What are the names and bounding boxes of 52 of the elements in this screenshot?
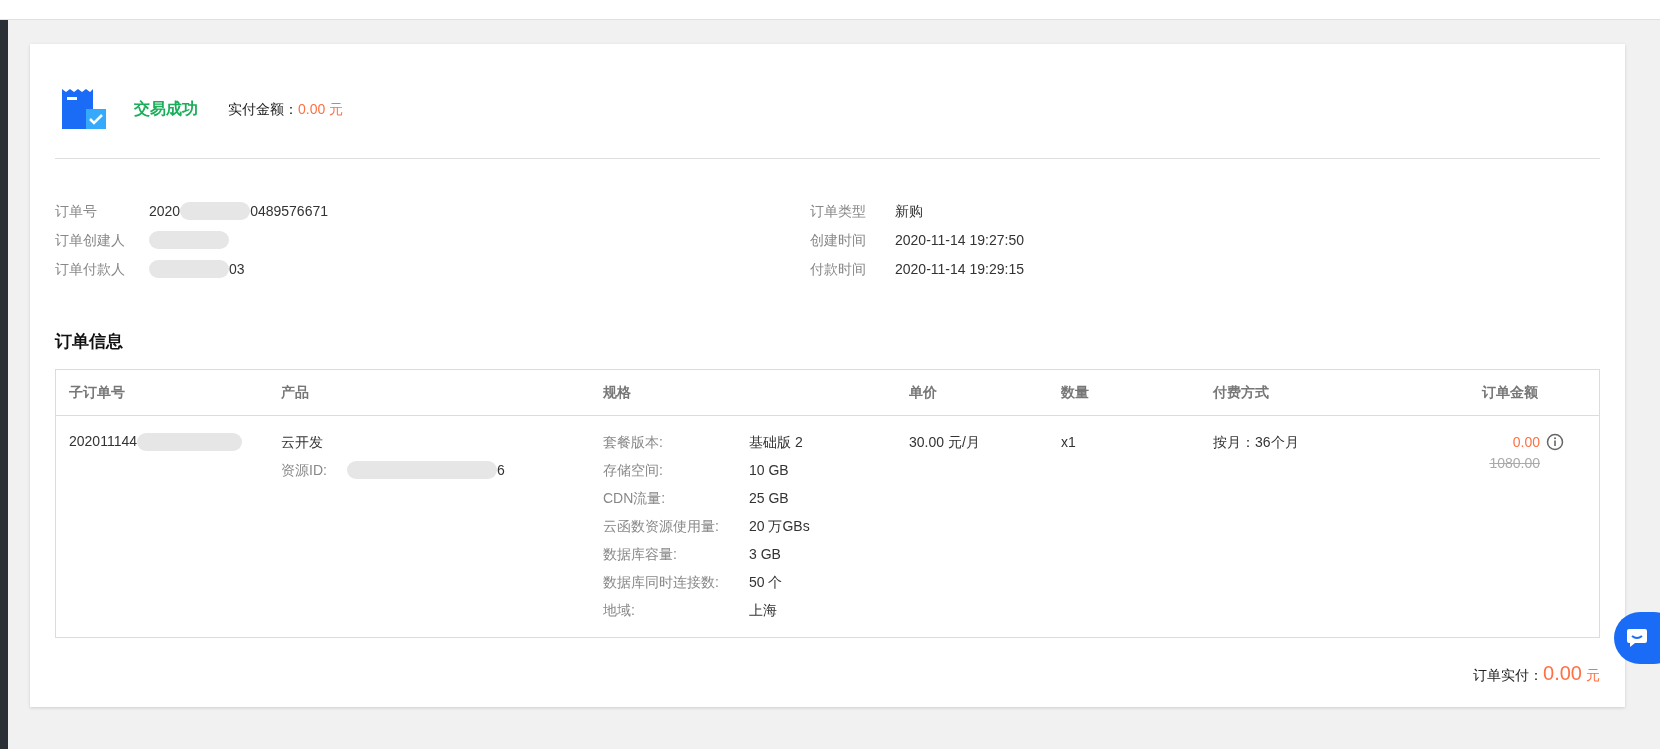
paid-amount: 0.00 元 [298, 99, 344, 119]
info-icon[interactable] [1546, 433, 1564, 451]
detail-label: 付款时间 [810, 259, 867, 279]
table-cell: x1 [1061, 433, 1076, 450]
detail-value: 03 [229, 259, 245, 279]
spec-value: 25 GB [749, 488, 789, 508]
detail-label: 订单创建人 [55, 230, 126, 250]
original-amount: 1080.00 [1489, 453, 1540, 473]
resource-id: 6 [496, 460, 505, 480]
spec-label: 云函数资源使用量: [603, 516, 720, 536]
table-cell: 30.00 元/月 [909, 433, 980, 450]
amount-text: 0.00 [1512, 432, 1540, 452]
detail-label: 订单付款人 [55, 259, 126, 279]
detail-value: 2020-11-14 19:29:15 [895, 259, 1024, 279]
spec-value: 3 GB [749, 544, 781, 564]
spec-label: 地域: [603, 600, 636, 620]
column-header: 付费方式 [1213, 383, 1269, 400]
column-header: 单价 [909, 383, 937, 400]
detail-value: 新购 [895, 201, 923, 221]
section-title: 订单信息 [55, 331, 124, 353]
detail-value: 2020-11-14 19:27:50 [895, 230, 1024, 250]
column-header: 订单金额 [1482, 383, 1538, 400]
spec-label: 数据库容量: [603, 544, 678, 564]
spec-label: CDN流量: [603, 488, 667, 508]
table-cell-text: 202011144 [69, 432, 137, 451]
spec-label: 数据库同时连接数: [603, 572, 720, 592]
column-header: 数量 [1061, 383, 1089, 400]
resource-label: 资源ID: [281, 460, 327, 480]
spec-value: 20 万GBs [749, 516, 810, 536]
detail-label: 订单类型 [810, 201, 867, 221]
paid-label: 实付金额： [228, 99, 298, 119]
total-unit: 元 [1586, 665, 1600, 685]
detail-label: 创建时间 [810, 230, 867, 250]
column-header: 规格 [603, 383, 631, 400]
spec-value: 10 GB [749, 460, 789, 480]
spec-label: 套餐版本: [603, 432, 664, 452]
detail-value: 0489576671 [250, 201, 329, 221]
column-header: 产品 [281, 383, 309, 400]
status-text: 交易成功 [134, 99, 198, 119]
spec-value: 基础版 2 [749, 432, 803, 452]
total-amount: 0.00 [1543, 660, 1582, 686]
table-cell-text: 云开发 [281, 432, 324, 452]
table-cell: 按月：36个月 [1213, 433, 1299, 450]
spec-label: 存储空间: [603, 460, 664, 480]
receipt-check-icon [60, 87, 108, 131]
column-header: 子订单号 [69, 383, 125, 400]
detail-label: 订单号 [55, 201, 98, 221]
chat-icon [1626, 628, 1648, 648]
detail-value: 2020 [149, 201, 181, 221]
spec-value: 50 个 [749, 572, 783, 592]
spec-value: 上海 [749, 600, 777, 620]
total-label: 订单实付： [1473, 665, 1544, 685]
